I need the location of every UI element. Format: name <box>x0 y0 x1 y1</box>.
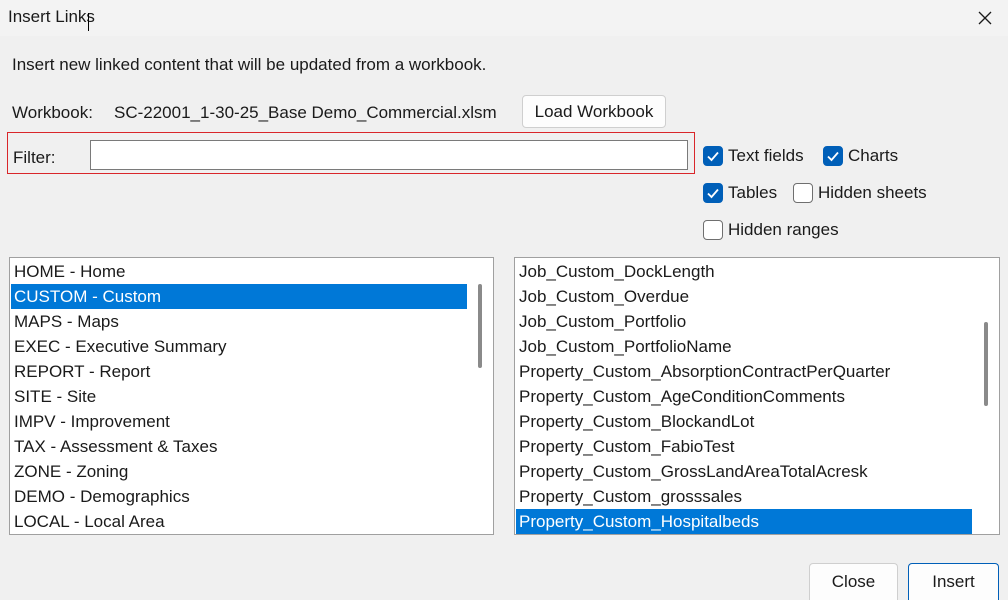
filter-label: Filter: <box>13 148 56 167</box>
checkbox-label: Hidden sheets <box>818 183 927 202</box>
sheet-list-item[interactable]: HOME - Home <box>11 259 467 284</box>
close-icon <box>978 11 992 25</box>
field-list-item[interactable]: Property_Custom_grosssales <box>516 484 972 509</box>
sheet-list-item[interactable]: REPORT - Report <box>11 359 467 384</box>
checkbox-hidden-sheets[interactable]: Hidden sheets <box>793 183 927 203</box>
checkbox-hidden-ranges[interactable]: Hidden ranges <box>703 220 839 240</box>
window-close-button[interactable] <box>962 0 1008 36</box>
sheet-list-item[interactable]: CUSTOM - Custom <box>11 284 467 309</box>
checkbox-text-fields[interactable]: Text fields <box>703 146 804 166</box>
close-button[interactable]: Close <box>809 563 898 600</box>
checkmark-icon <box>707 188 719 199</box>
window-title: Insert Links <box>8 7 95 26</box>
checkbox-label: Tables <box>728 183 778 202</box>
field-list-item[interactable]: Property_Custom_FabioTest <box>516 434 972 459</box>
field-list-scroll-thumb[interactable] <box>984 322 988 406</box>
filter-highlight: Filter: <box>7 132 695 174</box>
field-list[interactable]: Property_Custom_Hospitalbeds Property_Cus… <box>514 257 1000 535</box>
checkbox-label: Hidden ranges <box>728 220 839 239</box>
checkbox-checked[interactable] <box>703 146 723 166</box>
intro-text: Insert new linked content that will be u… <box>12 55 487 74</box>
checkbox-charts[interactable]: Charts <box>823 146 898 166</box>
checkbox-checked[interactable] <box>703 183 723 203</box>
sheet-list[interactable]: LOCAL - Local Area DEMO - Demographics ZON… <box>9 257 494 535</box>
sheet-list-item[interactable]: TAX - Assessment & Taxes <box>11 434 467 459</box>
workbook-name: SC-22001_1-30-25_Base Demo_Commercial.xl… <box>114 103 497 122</box>
sheet-list-item[interactable]: DEMO - Demographics <box>11 484 467 509</box>
field-list-item[interactable]: Job_Custom_PortfolioName <box>516 334 972 359</box>
checkbox-label: Text fields <box>728 146 804 165</box>
checkmark-icon <box>827 151 839 162</box>
sheet-list-item[interactable]: SITE - Site <box>11 384 467 409</box>
sheet-list-item[interactable]: EXEC - Executive Summary <box>11 334 467 359</box>
workbook-label: Workbook: <box>12 103 93 122</box>
sheet-list-item[interactable]: IMPV - Improvement <box>11 409 467 434</box>
load-workbook-button[interactable]: Load Workbook <box>522 95 666 128</box>
checkbox-unchecked[interactable] <box>793 183 813 203</box>
sheet-list-scrollbar[interactable] <box>467 259 493 534</box>
checkbox-label: Charts <box>848 146 899 165</box>
sheet-list-scroll-thumb[interactable] <box>478 284 482 368</box>
filter-input[interactable] <box>90 140 688 170</box>
insert-button[interactable]: Insert <box>908 563 999 600</box>
field-list-item[interactable]: Property_Custom_AbsorptionContractPerQua… <box>516 359 972 384</box>
checkmark-icon <box>707 151 719 162</box>
field-list-scrollbar[interactable] <box>973 259 999 534</box>
field-list-item[interactable]: Property_Custom_AgeConditionComments <box>516 384 972 409</box>
field-list-item[interactable]: Property_Custom_Hospitalbeds <box>516 509 972 534</box>
field-list-item[interactable]: Property_Custom_BlockandLot <box>516 409 972 434</box>
sheet-list-item[interactable]: LOCAL - Local Area <box>11 509 467 534</box>
field-list-item[interactable]: Job_Custom_DockLength <box>516 259 972 284</box>
sheet-list-item[interactable]: MAPS - Maps <box>11 309 467 334</box>
checkbox-tables[interactable]: Tables <box>703 183 777 203</box>
sheet-list-item[interactable]: ZONE - Zoning <box>11 459 467 484</box>
field-list-item[interactable]: Job_Custom_Overdue <box>516 284 972 309</box>
field-list-item[interactable]: Property_Custom_GrossLandAreaTotalAcresk <box>516 459 972 484</box>
title-bar: Insert Links <box>0 0 1008 36</box>
checkbox-checked[interactable] <box>823 146 843 166</box>
checkbox-unchecked[interactable] <box>703 220 723 240</box>
text-caret <box>88 13 89 31</box>
field-list-item[interactable]: Job_Custom_Portfolio <box>516 309 972 334</box>
